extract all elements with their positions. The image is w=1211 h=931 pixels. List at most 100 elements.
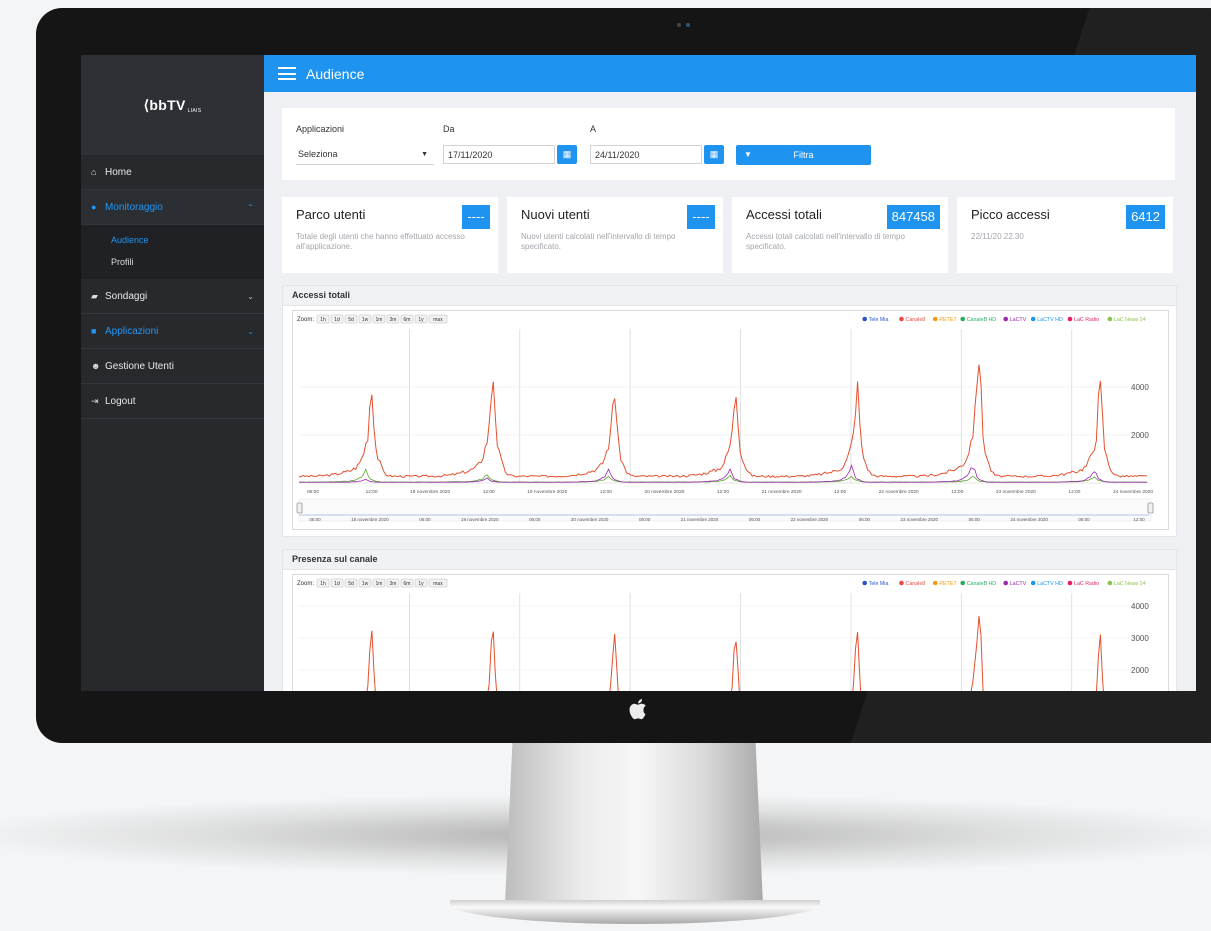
y-tick-label: 2000 bbox=[1131, 431, 1149, 440]
x-tick-label: 12:00 bbox=[366, 489, 378, 495]
monitor-stand bbox=[505, 735, 763, 905]
zoom-button-label: 1y bbox=[418, 581, 424, 587]
legend-marker bbox=[1003, 580, 1008, 586]
applicazioni-select-value: Seleziona bbox=[298, 149, 338, 159]
da-date-input[interactable]: 17/11/2020 bbox=[443, 145, 555, 164]
sidebar-item-sondaggi[interactable]: ▰ Sondaggi ⌄ bbox=[81, 279, 264, 314]
sidebar-subitem-profili[interactable]: Profili bbox=[81, 251, 264, 273]
legend-item-label: LaC Radio bbox=[1074, 317, 1099, 323]
navigator-handle-left[interactable] bbox=[296, 502, 303, 514]
legend-marker bbox=[1030, 316, 1036, 322]
series-line-canale8 bbox=[298, 364, 1148, 478]
zoom-label: Zoom: bbox=[297, 317, 314, 323]
a-date-input[interactable]: 24/11/2020 bbox=[590, 145, 702, 164]
caret-down-icon: ▼ bbox=[421, 151, 428, 158]
sidebar-item-home[interactable]: ⌂ Home bbox=[81, 155, 264, 190]
stat-card-title: Picco accessi bbox=[971, 207, 1050, 222]
top-bar: Audience bbox=[264, 55, 1196, 92]
navigator-handle-right[interactable] bbox=[1147, 502, 1154, 514]
chart-container: Zoom: 1h 1d 5d 1w 1m 3m 6m 1y max LaC News 24 LaC R… bbox=[292, 574, 1169, 691]
calendar-icon[interactable]: ▦ bbox=[704, 145, 724, 164]
main-content: Applicazioni Da A Seleziona ▼ 17/11/2020… bbox=[264, 92, 1196, 691]
legend-item-label: Tele Mia bbox=[869, 581, 889, 587]
legend-item-label: Canale8 bbox=[906, 581, 926, 587]
stat-card-title: Accessi totali bbox=[746, 207, 822, 222]
legend-item-label: LaC News 24 bbox=[1114, 317, 1146, 323]
sidebar-item-gestione-utenti[interactable]: ☻ Gestione Utenti bbox=[81, 349, 264, 384]
sidebar-item-applicazioni[interactable]: ■ Applicazioni ⌄ bbox=[81, 314, 264, 349]
hamburger-menu-icon[interactable] bbox=[278, 67, 296, 80]
navigator-tick-label: 21 novembre 2020 bbox=[681, 517, 719, 522]
zoom-button-label: 1h bbox=[320, 317, 326, 323]
filter-icon: ▼ bbox=[744, 150, 752, 159]
chart-panel-title: Presenza sul canale bbox=[283, 550, 1176, 570]
zoom-button-label: 6m bbox=[404, 317, 411, 323]
logout-icon: ⇥ bbox=[91, 395, 99, 406]
navigator-tick-label: 06:00 bbox=[529, 517, 541, 522]
navigator-tick-label: 22 novembre 2020 bbox=[791, 517, 829, 522]
navigator-tick-label: 12:00 bbox=[1133, 517, 1145, 522]
filtra-button[interactable]: ▼ Filtra bbox=[736, 145, 871, 165]
zoom-button-label: 6m bbox=[404, 581, 411, 587]
users-icon: ☻ bbox=[91, 361, 101, 371]
zoom-button-label: max bbox=[433, 317, 443, 323]
x-tick-label: 12:00 bbox=[483, 489, 495, 495]
presenza-sul-canale-chart: Zoom: 1h 1d 5d 1w 1m 3m 6m 1y max LaC News 24 LaC R… bbox=[297, 578, 1149, 691]
legend-marker bbox=[932, 580, 938, 586]
x-tick-label: 18 novembre 2020 bbox=[410, 489, 450, 495]
filter-panel: Applicazioni Da A Seleziona ▼ 17/11/2020… bbox=[282, 108, 1175, 180]
legend-item-label: Tele Mia bbox=[869, 317, 889, 323]
legend-marker bbox=[1107, 316, 1113, 322]
legend-marker bbox=[899, 316, 904, 322]
x-tick-label: 06:00 bbox=[307, 489, 319, 495]
legend-item-label: LaCTV HD bbox=[1037, 581, 1063, 587]
series-line-canale8 bbox=[366, 615, 1104, 691]
zoom-button-label: 3m bbox=[390, 317, 397, 323]
calendar-icon[interactable]: ▦ bbox=[557, 145, 577, 164]
x-tick-label: 12:00 bbox=[600, 489, 612, 495]
zoom-button-label: 5d bbox=[348, 317, 354, 323]
y-tick-label: 4000 bbox=[1131, 602, 1149, 611]
legend-marker bbox=[960, 316, 965, 322]
chevron-down-icon: ⌄ bbox=[247, 326, 254, 336]
legend-item-label: LaCTV HD bbox=[1037, 317, 1063, 323]
x-tick-label: 21 novembre 2020 bbox=[762, 489, 802, 495]
legend-marker bbox=[862, 316, 867, 322]
x-tick-label: 12:00 bbox=[1068, 489, 1080, 495]
x-tick-label: 12:00 bbox=[951, 489, 963, 495]
app-screen: ⟨bbTV LIAIS ⌂ Home ● Monitoraggio ⌃ Audie… bbox=[81, 55, 1196, 691]
navigator-tick-label: 06:00 bbox=[419, 517, 431, 522]
navigator-tick-label: 06:00 bbox=[749, 517, 761, 522]
legend-item-label: LaC Radio bbox=[1074, 581, 1099, 587]
zoom-button-label: 1w bbox=[362, 581, 369, 587]
chart-panel-accessi-totali: Accessi totali Zoom: 1h 1d 5d 1w 1m 3m 6m 1y max L… bbox=[282, 285, 1177, 537]
apps-icon: ■ bbox=[91, 326, 97, 336]
sidebar-subitem-audience[interactable]: Audience bbox=[81, 229, 264, 251]
sidebar-submenu-monitoraggio: Audience Profili bbox=[81, 225, 264, 279]
brand-logo[interactable]: ⟨bbTV LIAIS bbox=[81, 55, 264, 155]
zoom-label: Zoom: bbox=[297, 581, 314, 587]
sidebar-item-logout[interactable]: ⇥ Logout bbox=[81, 384, 264, 419]
stat-card-badge: ---- bbox=[687, 205, 715, 229]
stat-card-badge: ---- bbox=[462, 205, 490, 229]
x-tick-label: 22 novembre 2020 bbox=[879, 489, 919, 495]
zoom-button-label: 5d bbox=[348, 581, 354, 587]
stat-card-description: 22/11/20 22.30 bbox=[971, 232, 1024, 241]
x-tick-label: 19 novembre 2020 bbox=[527, 489, 567, 495]
applicazioni-select[interactable]: Seleziona ▼ bbox=[296, 145, 434, 165]
stat-card-description: Nuovi utenti calcolati nell'intervallo d… bbox=[521, 232, 676, 251]
stat-card-description: Totale degli utenti che hanno effettuato… bbox=[296, 232, 465, 251]
legend-item-label: RETE7 bbox=[939, 581, 956, 587]
chart-panel-presenza-sul-canale: Presenza sul canale Zoom: 1h 1d 5d 1w 1m 3m 6m 1… bbox=[282, 549, 1177, 691]
stat-card-badge: 6412 bbox=[1126, 205, 1165, 229]
y-tick-label: 2000 bbox=[1131, 666, 1149, 675]
zoom-button-label: 1h bbox=[320, 581, 326, 587]
zoom-button-label: max bbox=[433, 581, 443, 587]
zoom-button-label: 3m bbox=[390, 581, 397, 587]
stat-card-title: Nuovi utenti bbox=[521, 207, 590, 222]
sidebar-item-label: Monitoraggio bbox=[105, 201, 163, 213]
navigator-tick-label: 06:00 bbox=[969, 517, 981, 522]
zoom-button-label: 1y bbox=[418, 317, 424, 323]
sidebar-item-monitoraggio[interactable]: ● Monitoraggio ⌃ bbox=[81, 190, 264, 225]
legend-item-label: RETE7 bbox=[939, 317, 956, 323]
